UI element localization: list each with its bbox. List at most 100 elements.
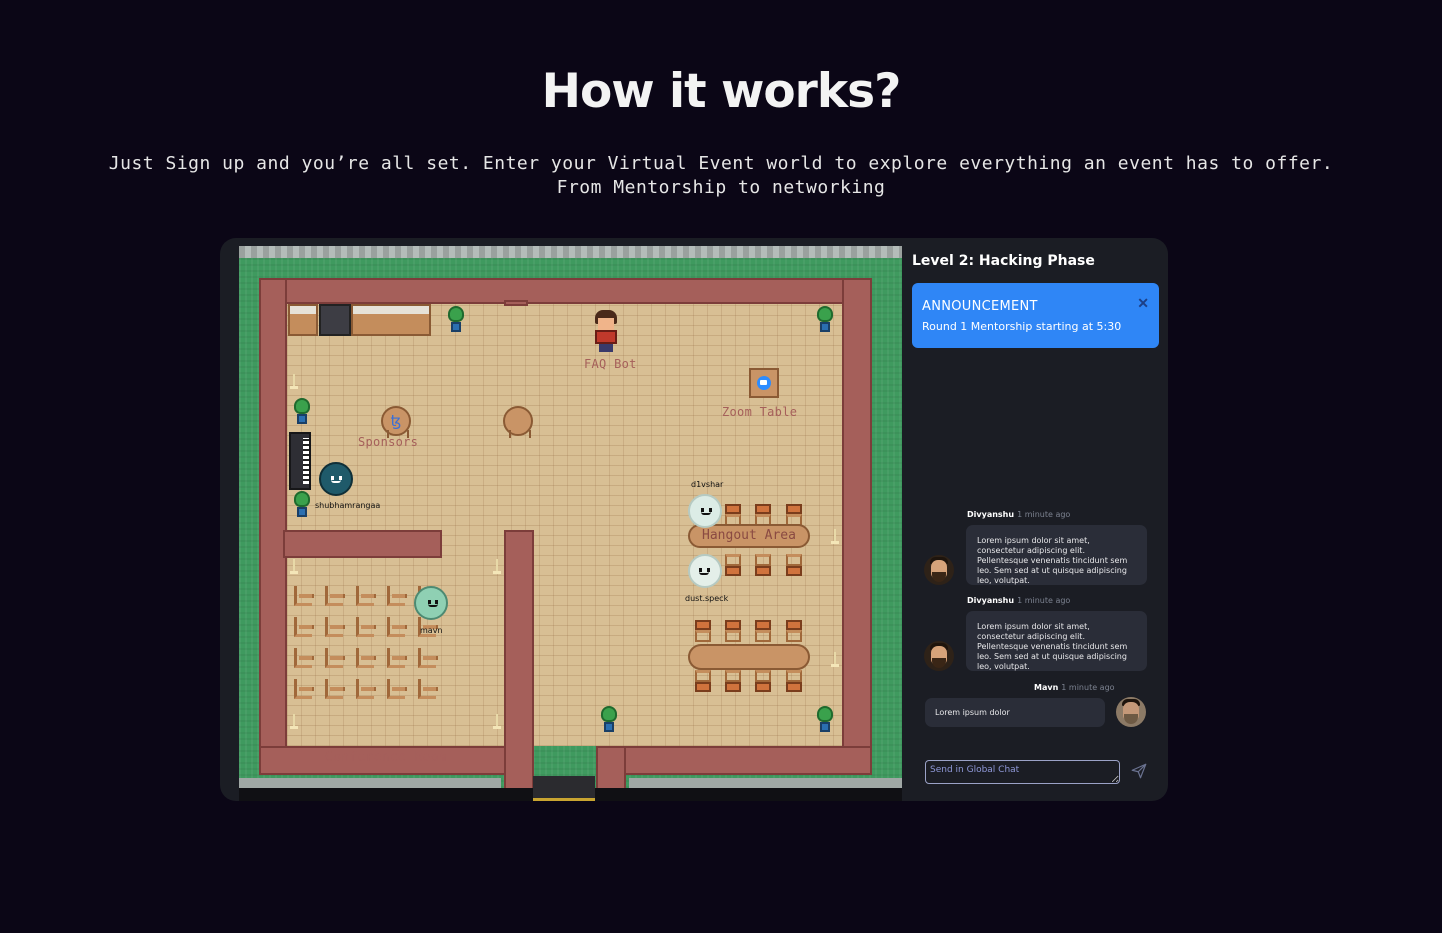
- page-subtitle: Just Sign up and you’re all set. Enter y…: [0, 152, 1442, 200]
- chair: [724, 504, 742, 526]
- wall-center-vertical: [504, 530, 534, 801]
- subtitle-line-2: From Mentorship to networking: [556, 177, 886, 198]
- close-icon[interactable]: ✕: [1137, 295, 1149, 312]
- entrance-door[interactable]: [533, 776, 595, 801]
- wall-outer-top: [259, 278, 872, 304]
- message-time: 1 minute ago: [1017, 596, 1071, 605]
- message-author: Divyanshu: [967, 596, 1015, 605]
- plant-icon: [446, 306, 466, 334]
- plant-icon: [815, 706, 835, 734]
- wall-divider-top: [504, 300, 528, 306]
- meeting-table: [688, 644, 810, 670]
- candle-icon: [493, 559, 501, 575]
- message-author: Divyanshu: [967, 510, 1015, 519]
- message-time: 1 minute ago: [1017, 510, 1071, 519]
- chair: [754, 554, 772, 576]
- subtitle-line-1: Just Sign up and you’re all set. Enter y…: [108, 153, 1334, 174]
- conference-chair: [418, 648, 438, 668]
- message-header: Divyanshu 1 minute ago: [967, 510, 1070, 519]
- kitchen-counter-right: [351, 304, 431, 336]
- sponsors-table[interactable]: ꜩ: [381, 406, 411, 438]
- plant-icon: [599, 706, 619, 734]
- plant-icon: [815, 306, 835, 334]
- kitchen-counter-left: [288, 304, 318, 336]
- chair: [785, 670, 803, 692]
- zoom-table-label: Zoom Table: [722, 405, 798, 419]
- chair: [694, 620, 712, 642]
- conference-chair: [325, 617, 345, 637]
- page-title: How it works?: [541, 64, 902, 119]
- plant-icon: [292, 398, 312, 426]
- chair: [754, 670, 772, 692]
- avatar[interactable]: [924, 641, 954, 671]
- conference-chair: [294, 586, 314, 606]
- conference-chair: [356, 617, 376, 637]
- announcement-banner: ANNOUNCEMENT Round 1 Mentorship starting…: [912, 283, 1159, 348]
- message-header: Divyanshu 1 minute ago: [967, 596, 1070, 605]
- send-icon[interactable]: [1130, 762, 1148, 780]
- candle-icon: [831, 652, 839, 668]
- conference-chair: [387, 617, 407, 637]
- virtual-world-map[interactable]: FAQ Bot Zoom Table ꜩ Sponsors Hangout Ar…: [239, 246, 902, 801]
- chair: [754, 504, 772, 526]
- chair: [694, 670, 712, 692]
- conference-chair: [294, 679, 314, 699]
- message-bubble: Lorem ipsum dolor sit amet, consectetur …: [966, 611, 1147, 671]
- candle-icon: [290, 714, 298, 730]
- player-avatar-d1vshar[interactable]: [688, 494, 722, 528]
- announcement-text: Round 1 Mentorship starting at 5:30: [922, 320, 1122, 333]
- player-avatar-shubhamrangaa[interactable]: [319, 462, 353, 496]
- tezos-icon: ꜩ: [390, 412, 402, 430]
- stone-wall-bottom-left: [239, 778, 501, 788]
- candle-icon: [290, 374, 298, 390]
- chair: [724, 554, 742, 576]
- conference-chair: [325, 586, 345, 606]
- conference-chair: [356, 679, 376, 699]
- player-avatar-mavn[interactable]: [414, 586, 448, 620]
- zoom-table[interactable]: [749, 368, 779, 398]
- conference-chair: [387, 679, 407, 699]
- conference-chair: [356, 586, 376, 606]
- conference-chair: [418, 679, 438, 699]
- conference-chair: [294, 617, 314, 637]
- player-name: shubhamrangaa: [315, 501, 381, 510]
- player-name: mavn: [420, 626, 443, 635]
- wall-outer-left: [259, 278, 287, 775]
- app-preview-frame: FAQ Bot Zoom Table ꜩ Sponsors Hangout Ar…: [220, 238, 1168, 801]
- player-name: d1vshar: [691, 480, 724, 489]
- avatar[interactable]: [1116, 697, 1146, 727]
- kitchen-stove: [319, 304, 351, 336]
- side-panel: Level 2: Hacking Phase ANNOUNCEMENT Roun…: [902, 238, 1168, 801]
- candle-icon: [493, 714, 501, 730]
- piano: [289, 432, 311, 490]
- sponsors-label: Sponsors: [358, 435, 419, 449]
- conference-chair: [387, 648, 407, 668]
- round-table: [503, 406, 533, 438]
- announcement-title: ANNOUNCEMENT: [922, 299, 1038, 314]
- wall-conference-top: [283, 530, 442, 558]
- conference-chair: [294, 648, 314, 668]
- chair: [724, 670, 742, 692]
- stone-wall-top: [239, 246, 902, 258]
- message-author: Mavn: [1034, 683, 1059, 692]
- player-avatar-dust-speck[interactable]: [688, 554, 722, 588]
- conference-chair: [325, 679, 345, 699]
- level-title: Level 2: Hacking Phase: [912, 253, 1095, 269]
- wall-outer-right: [842, 278, 872, 775]
- faq-bot-character[interactable]: [592, 310, 620, 352]
- player-name: dust.speck: [685, 594, 729, 603]
- zoom-icon: [757, 376, 771, 390]
- message-header: Mavn 1 minute ago: [1034, 683, 1115, 692]
- faq-bot-label: FAQ Bot: [584, 357, 637, 371]
- message-time: 1 minute ago: [1061, 683, 1115, 692]
- candle-icon: [831, 529, 839, 545]
- chair: [785, 554, 803, 576]
- avatar[interactable]: [924, 555, 954, 585]
- chair: [754, 620, 772, 642]
- global-chat-input[interactable]: [925, 760, 1120, 784]
- message-bubble: Lorem ipsum dolor: [925, 698, 1105, 727]
- chair: [724, 620, 742, 642]
- stone-wall-bottom-right: [629, 778, 902, 788]
- wall-outer-bottom-right: [596, 746, 872, 775]
- plant-icon: [292, 491, 312, 519]
